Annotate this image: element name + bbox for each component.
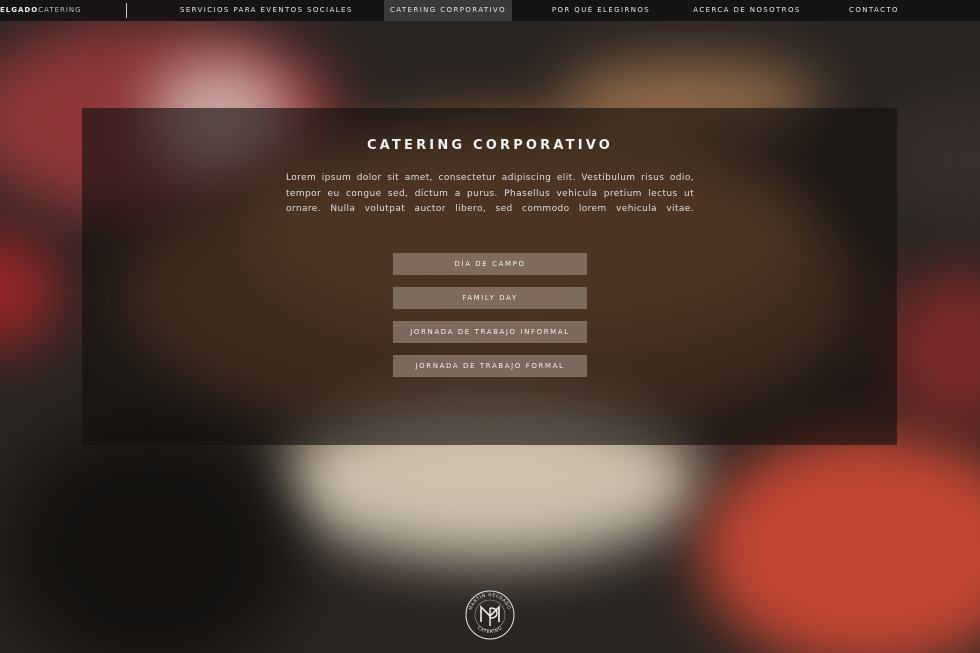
svg-text:MARTIN DELGADO: MARTIN DELGADO [468, 592, 512, 610]
monogram-logo-icon: MARTIN DELGADO CATERING [465, 590, 515, 640]
svg-text:CATERING: CATERING [477, 625, 503, 634]
nav-item-acerca-de-nosotros[interactable]: ACERCA DE NOSOTROS [690, 0, 804, 21]
option-jornada-formal-button[interactable]: JORNADA DE TRABAJO FORMAL [393, 355, 587, 377]
brand-suffix: CATERING [38, 6, 82, 14]
top-navigation: ELGADOCATERING SERVICIOS PARA EVENTOS SO… [0, 0, 980, 21]
logo-arc-top-text: MARTIN DELGADO [468, 592, 512, 610]
page-title: CATERING CORPORATIVO [366, 138, 614, 153]
option-family-day-button[interactable]: FAMILY DAY [393, 287, 587, 309]
nav-item-catering-corporativo[interactable]: CATERING CORPORATIVO [384, 0, 512, 21]
nav-item-servicios[interactable]: SERVICIOS PARA EVENTOS SOCIALES [180, 0, 351, 21]
content-panel [82, 108, 897, 445]
nav-item-por-que-elegirnos[interactable]: POR QUÉ ELEGIRNOS [548, 0, 654, 21]
option-jornada-informal-button[interactable]: JORNADA DE TRABAJO INFORMAL [393, 321, 587, 343]
intro-paragraph: Lorem ipsum dolor sit amet, consectetur … [286, 173, 694, 214]
footer-logo[interactable]: MARTIN DELGADO CATERING [463, 588, 517, 642]
brand-name: ELGADO [0, 6, 39, 14]
option-dia-de-campo-button[interactable]: DÍA DE CAMPO [393, 253, 587, 275]
logo-arc-bottom-text: CATERING [477, 625, 503, 634]
nav-divider [126, 3, 127, 18]
nav-item-contacto[interactable]: CONTACTO [842, 0, 906, 21]
brand-logo-link[interactable]: ELGADOCATERING [0, 0, 82, 21]
